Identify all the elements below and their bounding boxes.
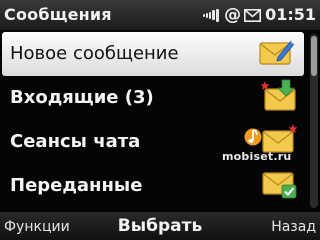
signal-icon <box>203 8 220 22</box>
inbox-icon <box>260 79 296 111</box>
menu-item-label: Новое сообщение <box>10 43 179 64</box>
softkey-back-button[interactable]: Назад <box>271 219 316 235</box>
music-note-icon <box>244 128 262 146</box>
scrollbar[interactable] <box>310 34 318 208</box>
menu-item-label: Сеансы чата <box>10 131 141 152</box>
sent-icon <box>262 172 297 199</box>
envelope-icon <box>244 8 262 22</box>
menu-item-label: Входящие (3) <box>10 87 154 108</box>
menu-item-new-message[interactable]: Новое сообщение <box>2 32 304 76</box>
menu-item-sent[interactable]: Переданные <box>0 164 306 208</box>
scrollbar-thumb[interactable] <box>311 36 317 76</box>
watermark-text: mobiset.ru <box>222 150 292 163</box>
clock: 01:51 <box>265 5 316 24</box>
status-bar: Сообщения @ 01:51 <box>0 0 320 30</box>
messages-menu: Новое сообщение Входящие (3) Сеансы чата… <box>0 30 306 212</box>
menu-item-label: Переданные <box>10 175 143 196</box>
status-title: Сообщения <box>4 5 112 24</box>
watermark: mobiset.ru <box>222 126 292 168</box>
at-icon: @ <box>224 5 242 25</box>
status-indicators: @ 01:51 <box>203 5 316 25</box>
new-message-icon <box>259 40 295 65</box>
softkey-bar: Функции Выбрать Назад <box>0 212 320 240</box>
menu-item-inbox[interactable]: Входящие (3) <box>0 76 306 120</box>
